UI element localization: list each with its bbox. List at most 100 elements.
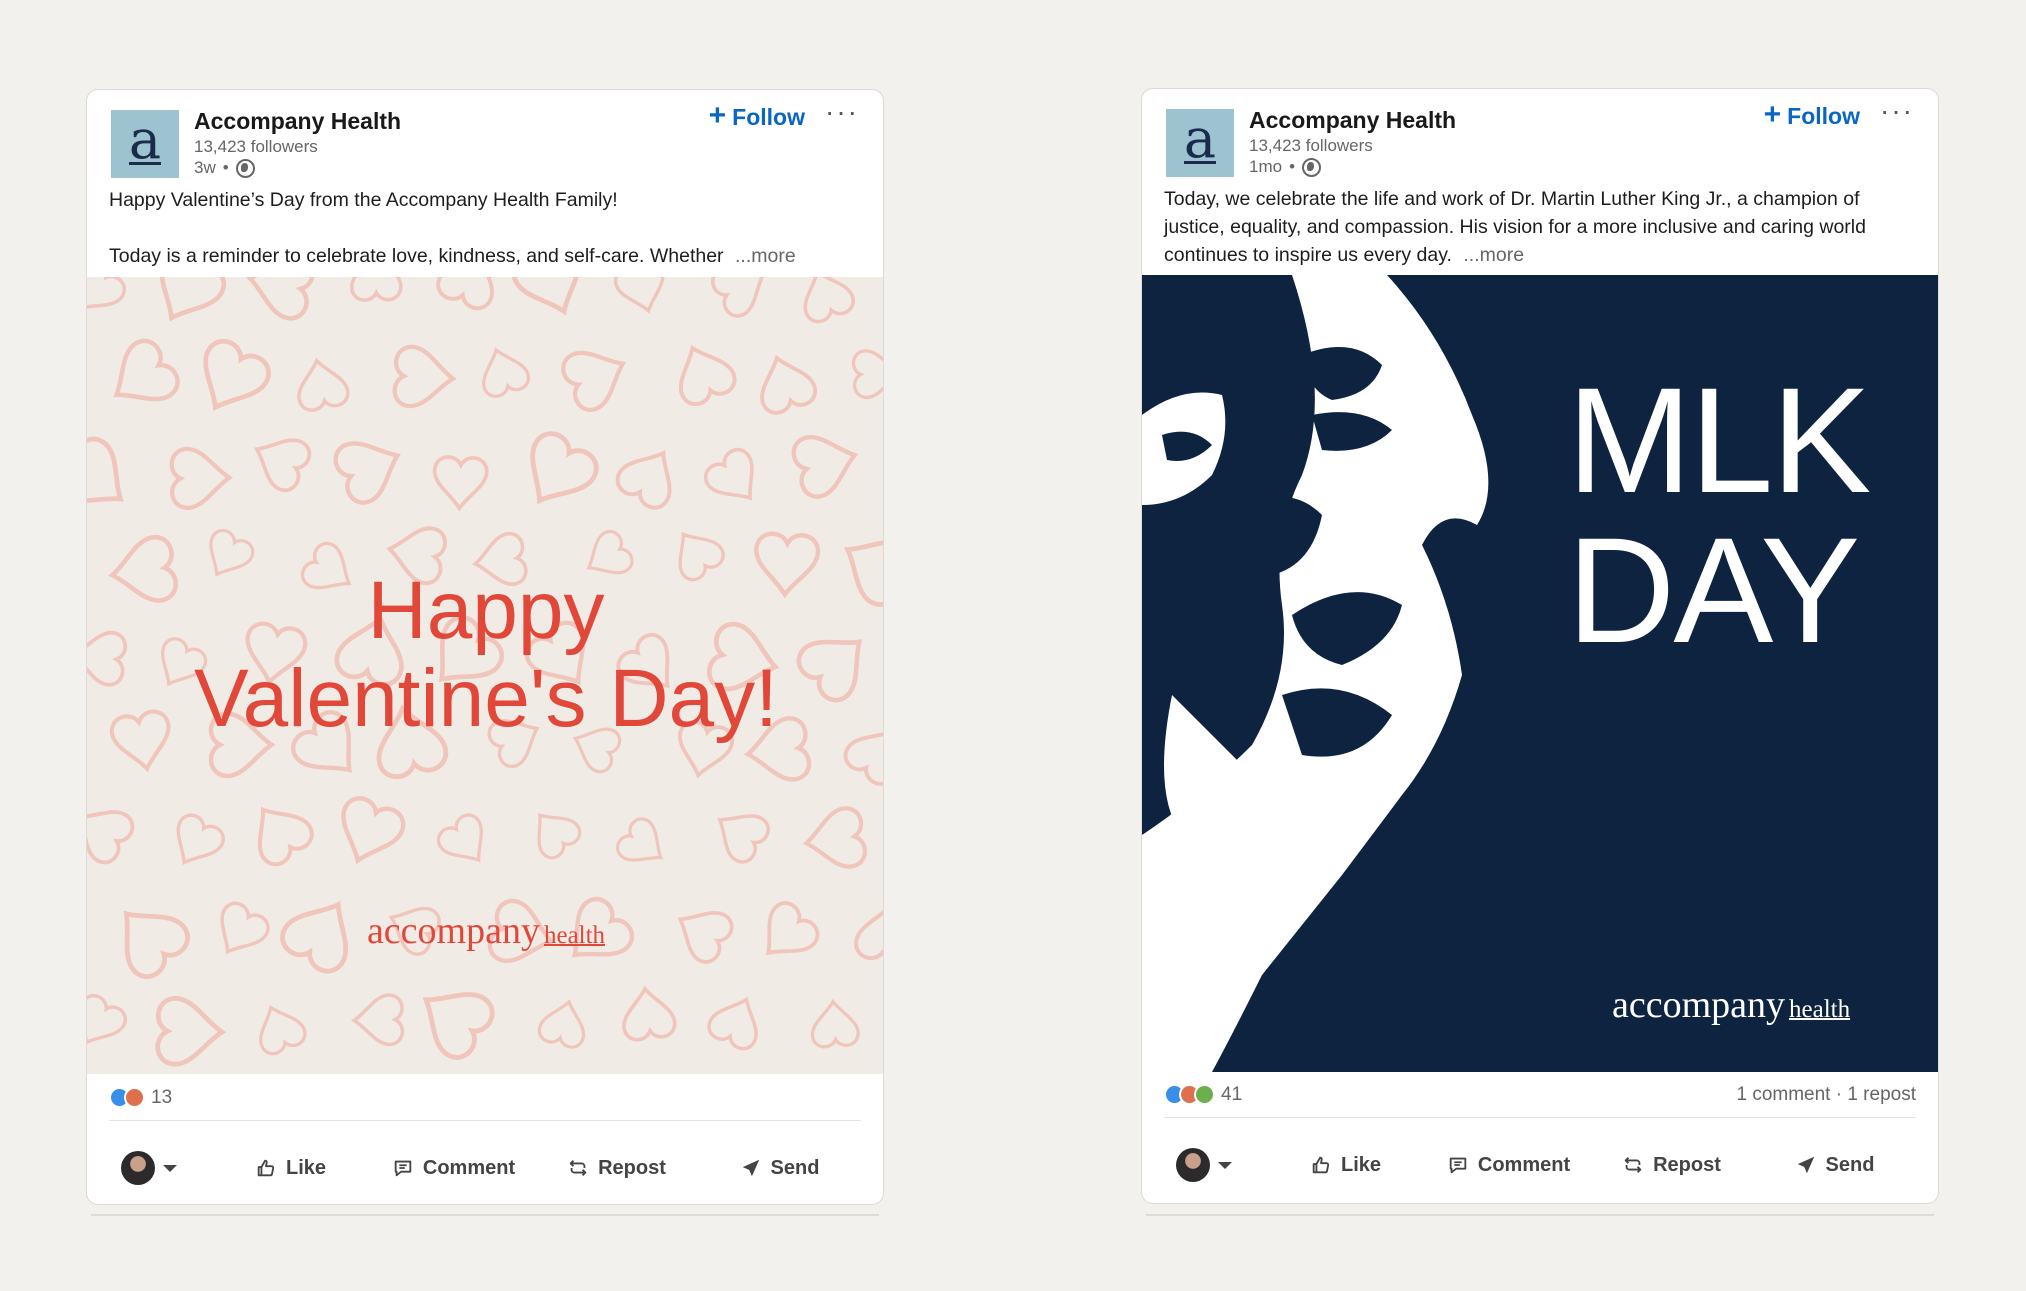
repost-button[interactable]: Repost [535,1133,698,1203]
action-bar: Like Comment Repost Send [1164,1130,1916,1200]
reactions-bar: 13 [109,1075,861,1121]
post-header: a Accompany Health 13,423 followers 3w •… [87,90,883,186]
heart-pattern-icon [257,806,314,867]
heart-pattern-icon [615,450,672,510]
support-reaction-icon [1194,1084,1215,1105]
repost-button[interactable]: Repost [1590,1130,1753,1200]
send-label: Send [770,1156,820,1179]
heart-pattern-icon [350,993,405,1047]
repost-icon [569,1160,587,1176]
heart-pattern-icon [432,455,489,512]
thumbs-up-icon [257,1159,275,1177]
like-button[interactable]: Like [209,1133,372,1203]
logo-letter: a [128,108,162,171]
post-text-line: Happy Valentine’s Day from the Accompany… [109,189,618,211]
headline-line: MLK [1567,356,1871,524]
see-more-link[interactable]: ...more [735,245,796,267]
plus-icon: + [708,99,727,132]
like-label: Like [285,1156,327,1179]
action-bar: Like Comment Repost Send [109,1133,861,1203]
send-icon [742,1159,759,1177]
heart-pattern-icon [482,347,531,398]
heart-pattern-icon [159,277,227,322]
author-name[interactable]: Accompany Health [1249,107,1456,134]
like-button[interactable]: Like [1264,1130,1427,1200]
follow-label: Follow [732,104,805,130]
headline-line: DAY [1567,506,1860,674]
post-text-line: justice, equality, and compassion. His v… [1164,216,1866,238]
actor-switcher[interactable] [109,1151,209,1185]
heart-pattern-icon [851,349,883,399]
post-card-valentines: a Accompany Health 13,423 followers 3w •… [86,89,884,1205]
post-divider [1146,1214,1934,1216]
heart-pattern-icon [791,435,859,499]
post-text-line: continues to inspire us every day. ...mo… [1164,241,1916,269]
reaction-icons[interactable] [1164,1084,1215,1105]
post-header: a Accompany Health 13,423 followers 1mo … [1142,89,1938,185]
author-name[interactable]: Accompany Health [194,108,401,135]
post-text-line: Today, we celebrate the life and work of… [1164,188,1860,210]
plus-icon: + [1763,98,1782,131]
accompany-health-logo: accompany health [87,909,883,953]
heart-pattern-icon [341,796,406,865]
repost-label: Repost [1653,1153,1721,1176]
repost-label: Repost [598,1156,666,1179]
company-logo[interactable]: a [111,110,179,178]
post-text-content: continues to inspire us every day. [1164,244,1452,266]
heart-pattern-icon [613,277,665,314]
heart-pattern-icon [169,446,234,510]
post-time: 3w [194,158,216,177]
heart-pattern-icon [711,277,766,318]
heart-pattern-icon [622,985,677,1042]
heart-pattern-icon [615,817,664,862]
heart-pattern-icon [176,813,225,866]
brand-word: health [543,922,606,949]
heart-pattern-icon [422,992,495,1060]
more-options-button[interactable]: ··· [825,96,859,128]
send-icon [1797,1156,1814,1174]
post-image[interactable]: Happy Valentine's Day! accompany health [87,277,883,1074]
more-options-button[interactable]: ··· [1880,95,1914,127]
logo-letter: a [1183,107,1217,170]
heart-pattern-icon [259,1004,307,1056]
like-label: Like [1340,1153,1382,1176]
send-button[interactable]: Send [1753,1130,1916,1200]
send-button[interactable]: Send [698,1133,861,1203]
heart-pattern-icon [511,277,582,316]
reaction-count[interactable]: 41 [1221,1084,1242,1106]
actor-switcher[interactable] [1164,1148,1264,1182]
comment-button[interactable]: Comment [1427,1130,1590,1200]
see-more-link[interactable]: ...more [1463,244,1524,266]
post-image[interactable]: MLK DAY accompany health [1142,275,1938,1072]
heart-pattern-icon [436,813,483,863]
heart-pattern-icon [333,441,402,505]
follow-button[interactable]: + Follow [708,99,805,132]
post-card-mlk-day: a Accompany Health 13,423 followers 1mo … [1141,88,1939,1204]
reaction-count[interactable]: 13 [151,1087,172,1109]
caret-down-icon [163,1164,177,1172]
heart-pattern-icon [350,277,403,302]
globe-icon [235,158,255,178]
reaction-icons[interactable] [109,1087,145,1108]
heart-pattern-icon [203,338,271,412]
comment-button[interactable]: Comment [372,1133,535,1203]
heart-pattern-icon [87,810,135,865]
post-text-line: Today is a reminder to celebrate love, k… [109,242,861,270]
repost-icon [1624,1157,1642,1173]
heart-pattern-icon [87,277,127,311]
heart-pattern-icon [392,345,457,409]
headline-line: Happy [367,565,605,656]
comment-repost-stats[interactable]: 1 comment · 1 repost [1736,1084,1916,1106]
comment-label: Comment [1477,1153,1571,1176]
meta-separator: • [222,158,229,177]
post-meta: 1mo • [1249,157,1322,177]
follow-button[interactable]: + Follow [1763,98,1860,131]
company-logo[interactable]: a [1166,109,1234,177]
post-text-content: Today is a reminder to celebrate love, k… [109,245,724,267]
heart-pattern-icon [537,999,586,1049]
heart-pattern-icon [810,998,860,1049]
heart-pattern-icon [87,993,127,1045]
thumbs-up-icon [1312,1156,1330,1174]
heart-pattern-icon [678,344,737,406]
follower-count: 13,423 followers [1249,136,1373,155]
